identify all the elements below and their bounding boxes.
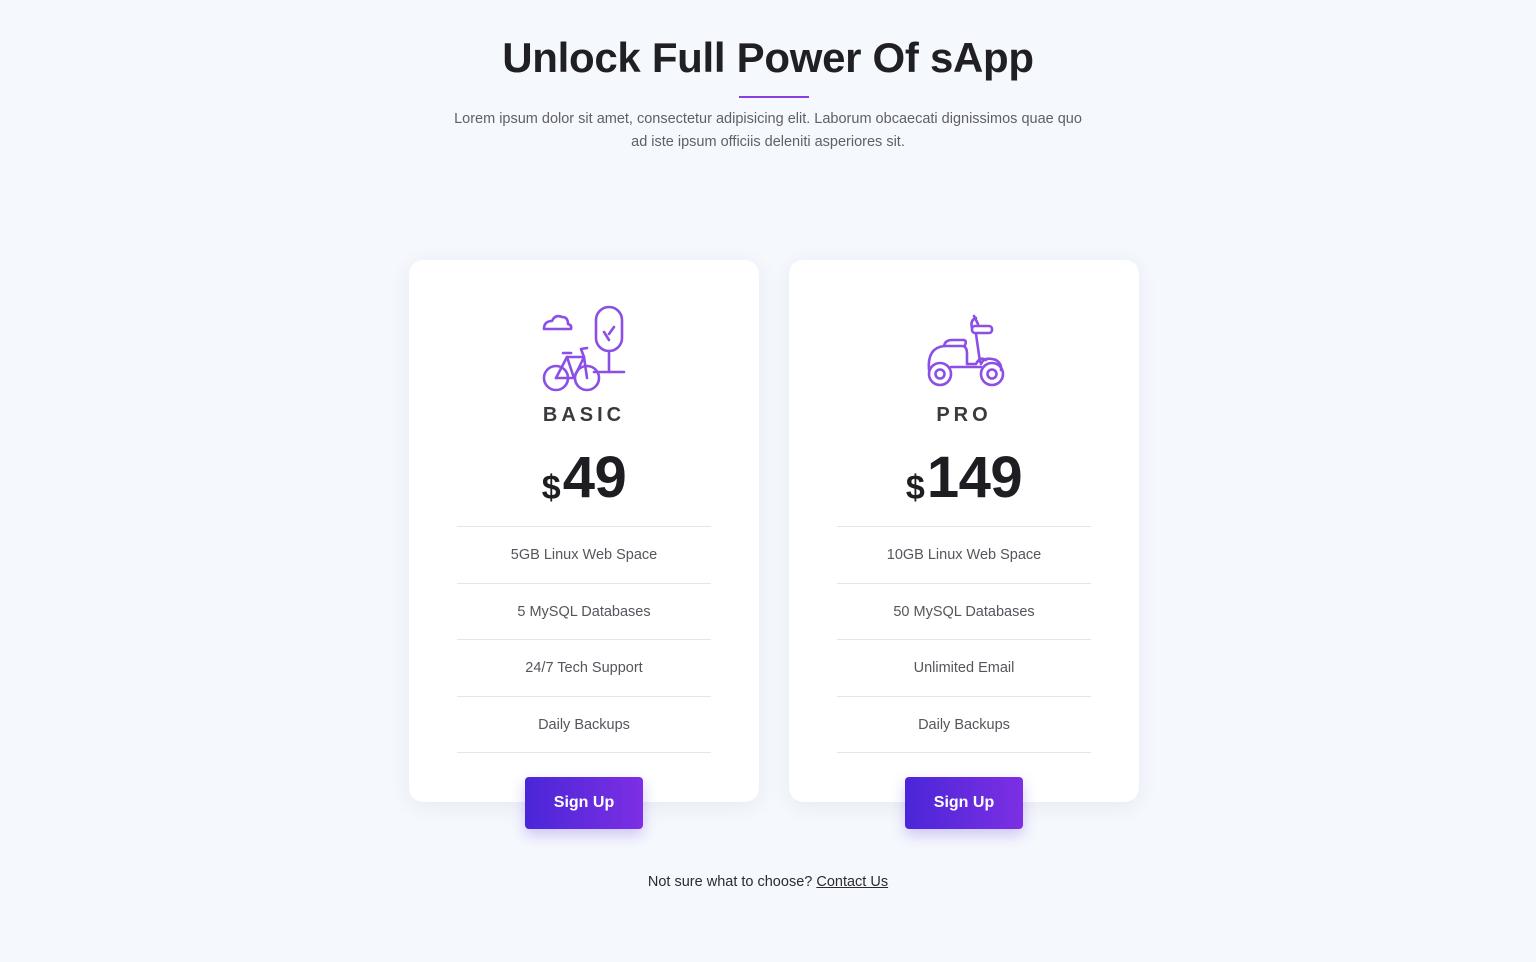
feature-item: Daily Backups: [837, 697, 1091, 753]
footer-question: Not sure what to choose?: [647, 874, 813, 890]
pricing-card-pro: PRO $149 10GB Linux Web Space 50 MySQL D…: [789, 260, 1139, 829]
footer-note: Not sure what to choose? Contact Us: [0, 874, 1536, 890]
price-amount: 149: [926, 445, 1023, 510]
basic-signup-button[interactable]: Sign Up: [525, 777, 643, 829]
scooter-icon: [927, 314, 1005, 387]
feature-list: 10GB Linux Web Space 50 MySQL Databases …: [837, 526, 1091, 753]
plan-price: $49: [409, 444, 759, 511]
feature-item: 5 MySQL Databases: [457, 584, 711, 640]
contact-us-link[interactable]: Contact Us: [816, 874, 888, 890]
feature-item: Daily Backups: [457, 697, 711, 753]
pro-signup-button[interactable]: Sign Up: [905, 777, 1023, 829]
plan-price: $149: [789, 444, 1139, 511]
currency-symbol: $: [905, 469, 925, 507]
pricing-page: Unlock Full Power Of sApp Lorem ipsum do…: [0, 0, 1536, 962]
page-title: Unlock Full Power Of sApp: [502, 34, 1034, 81]
currency-symbol: $: [541, 469, 561, 507]
plan-name: PRO: [936, 404, 992, 426]
title-underline-divider: [739, 96, 809, 98]
feature-item: Unlimited Email: [837, 640, 1091, 697]
bicycle-tree-icon: [542, 305, 626, 392]
plan-name: BASIC: [542, 404, 626, 426]
pricing-card-basic: BASIC $49 5GB Linux Web Space 5 MySQL Da…: [409, 260, 759, 829]
feature-item: 50 MySQL Databases: [837, 584, 1091, 640]
feature-item: 10GB Linux Web Space: [837, 527, 1091, 584]
feature-item: 24/7 Tech Support: [457, 640, 711, 697]
price-amount: 49: [562, 445, 627, 510]
page-subtitle: Lorem ipsum dolor sit amet, consectetur …: [454, 111, 1082, 150]
feature-list: 5GB Linux Web Space 5 MySQL Databases 24…: [457, 526, 711, 753]
feature-item: 5GB Linux Web Space: [457, 527, 711, 584]
